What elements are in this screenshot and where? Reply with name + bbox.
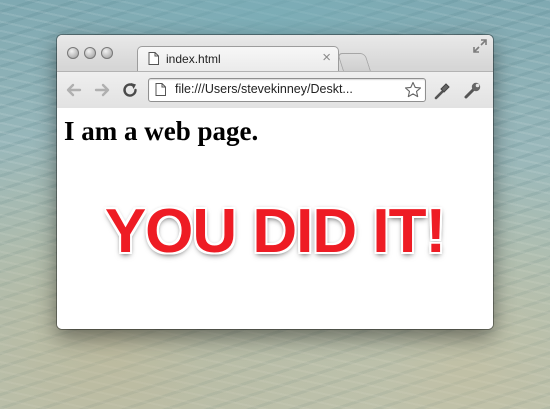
star-icon[interactable] bbox=[404, 81, 422, 99]
address-bar[interactable]: file:///Users/stevekinney/Deskt... bbox=[148, 78, 426, 102]
forward-arrow-icon[interactable] bbox=[93, 81, 111, 99]
url-text[interactable]: file:///Users/stevekinney/Deskt... bbox=[175, 82, 353, 96]
tab-close-icon[interactable]: × bbox=[322, 49, 331, 67]
close-window-button[interactable] bbox=[67, 47, 79, 59]
page-tool-icon[interactable] bbox=[433, 81, 452, 100]
tab-title: index.html bbox=[166, 52, 221, 66]
title-bar: index.html × file:///Users/stevekinney/D… bbox=[57, 35, 493, 108]
success-banner: YOU DID IT! bbox=[104, 197, 446, 266]
browser-window: index.html × file:///Users/stevekinney/D… bbox=[57, 35, 493, 329]
window-controls bbox=[67, 47, 113, 59]
new-tab-button[interactable] bbox=[337, 53, 371, 71]
page-icon bbox=[155, 83, 166, 96]
back-arrow-icon[interactable] bbox=[65, 81, 83, 99]
fullscreen-icon[interactable] bbox=[473, 39, 487, 53]
tab-index-html[interactable]: index.html × bbox=[137, 46, 339, 71]
desktop: { "window": { "controls": ["close-button… bbox=[0, 0, 550, 409]
document-icon bbox=[148, 52, 159, 65]
zoom-window-button[interactable] bbox=[101, 47, 113, 59]
page-viewport: I am a web page. YOU DID IT! bbox=[57, 108, 493, 329]
page-heading: I am a web page. bbox=[64, 116, 259, 146]
reload-icon[interactable] bbox=[121, 81, 139, 99]
minimize-window-button[interactable] bbox=[84, 47, 96, 59]
wrench-icon[interactable] bbox=[463, 81, 482, 100]
toolbar: file:///Users/stevekinney/Deskt... bbox=[57, 71, 493, 108]
